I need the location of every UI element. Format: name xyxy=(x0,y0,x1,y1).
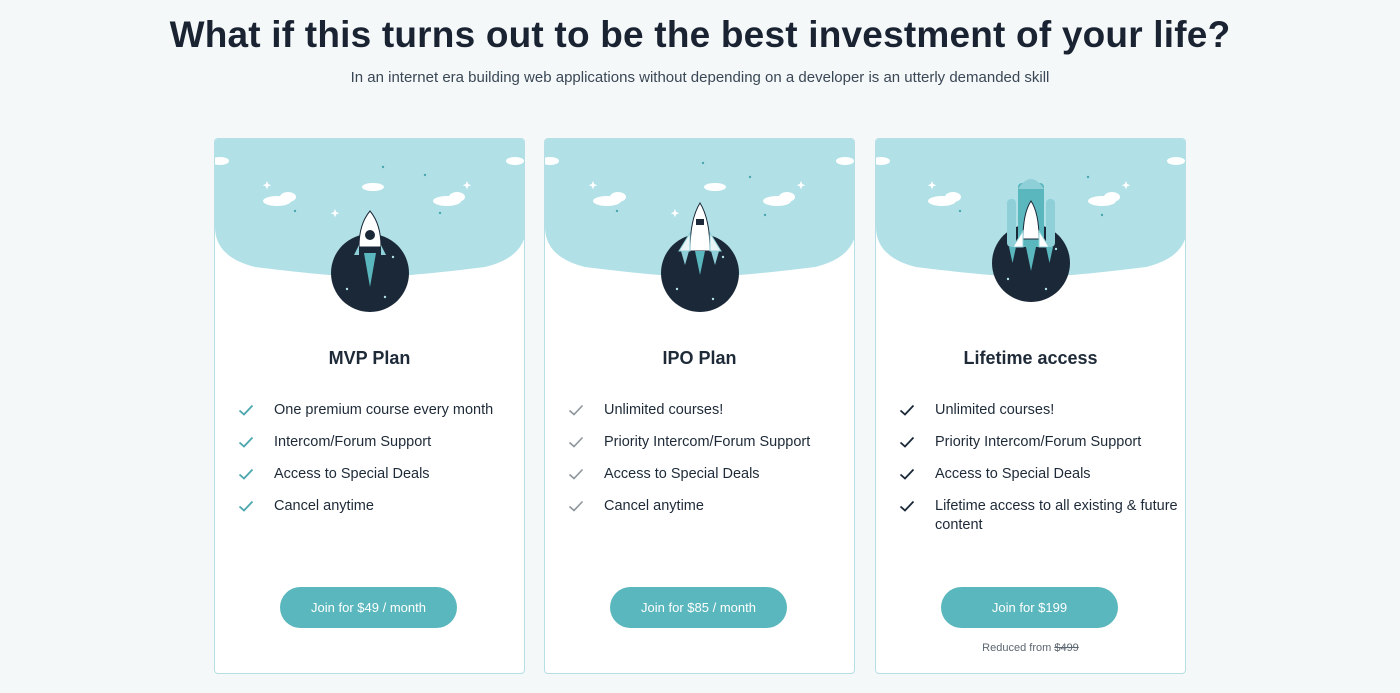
feature-list: Unlimited courses! Priority Intercom/For… xyxy=(899,401,1179,548)
feature-item: Unlimited courses! xyxy=(568,401,848,420)
feature-text: Unlimited courses! xyxy=(604,402,724,418)
reduced-price-note: Reduced from $499 xyxy=(876,642,1185,654)
page-title: What if this turns out to be the best in… xyxy=(169,14,1231,55)
feature-item: Priority Intercom/Forum Support xyxy=(568,433,848,452)
shuttle-rocket-illustration xyxy=(876,139,1185,302)
check-icon xyxy=(568,404,584,416)
original-price: $499 xyxy=(1054,642,1079,654)
feature-text: Access to Special Deals xyxy=(604,466,760,482)
check-icon xyxy=(899,404,915,416)
feature-text: Access to Special Deals xyxy=(274,466,430,482)
feature-item: Unlimited courses! xyxy=(899,401,1179,420)
feature-text: One premium course every month xyxy=(274,402,494,418)
join-mvp-button[interactable]: Join for $49 / month xyxy=(280,587,457,628)
check-icon xyxy=(238,404,254,416)
check-icon xyxy=(568,468,584,480)
join-lifetime-button[interactable]: Join for $199 xyxy=(941,587,1118,628)
reduced-label: Reduced from xyxy=(982,642,1052,654)
feature-item: Access to Special Deals xyxy=(899,465,1179,484)
feature-list: One premium course every month Intercom/… xyxy=(238,401,518,529)
pricing-card-ipo: IPO Plan Unlimited courses! Priority Int… xyxy=(544,138,855,674)
feature-item: Intercom/Forum Support xyxy=(238,433,518,452)
join-ipo-button[interactable]: Join for $85 / month xyxy=(610,587,787,628)
check-icon xyxy=(899,500,915,512)
feature-text: Priority Intercom/Forum Support xyxy=(604,434,811,450)
feature-text: Intercom/Forum Support xyxy=(274,434,432,450)
check-icon xyxy=(238,436,254,448)
plan-name: MVP Plan xyxy=(328,348,411,368)
small-rocket-illustration xyxy=(215,139,524,312)
feature-item: Access to Special Deals xyxy=(238,465,518,484)
pricing-card-mvp: MVP Plan One premium course every month … xyxy=(214,138,525,674)
pricing-card-lifetime: Lifetime access Unlimited courses! Prior… xyxy=(875,138,1186,674)
check-icon xyxy=(899,468,915,480)
feature-item: Access to Special Deals xyxy=(568,465,848,484)
feature-item: Priority Intercom/Forum Support xyxy=(899,433,1179,452)
check-icon xyxy=(238,468,254,480)
check-icon xyxy=(899,436,915,448)
medium-rocket-illustration xyxy=(545,139,854,312)
feature-item: One premium course every month xyxy=(238,401,518,420)
feature-item: Lifetime access to all existing & future… xyxy=(899,497,1179,535)
feature-text: Lifetime access to all existing & future… xyxy=(935,498,1178,533)
plan-name: Lifetime access xyxy=(963,348,1098,368)
feature-text: Cancel anytime xyxy=(604,498,704,514)
check-icon xyxy=(568,436,584,448)
feature-text: Cancel anytime xyxy=(274,498,374,514)
plan-name: IPO Plan xyxy=(662,348,737,368)
feature-list: Unlimited courses! Priority Intercom/For… xyxy=(568,401,848,529)
feature-item: Cancel anytime xyxy=(568,497,848,516)
feature-text: Priority Intercom/Forum Support xyxy=(935,434,1142,450)
check-icon xyxy=(238,500,254,512)
check-icon xyxy=(568,500,584,512)
feature-item: Cancel anytime xyxy=(238,497,518,516)
feature-text: Access to Special Deals xyxy=(935,466,1091,482)
feature-text: Unlimited courses! xyxy=(935,402,1055,418)
page-subtitle: In an internet era building web applicat… xyxy=(350,69,1050,86)
